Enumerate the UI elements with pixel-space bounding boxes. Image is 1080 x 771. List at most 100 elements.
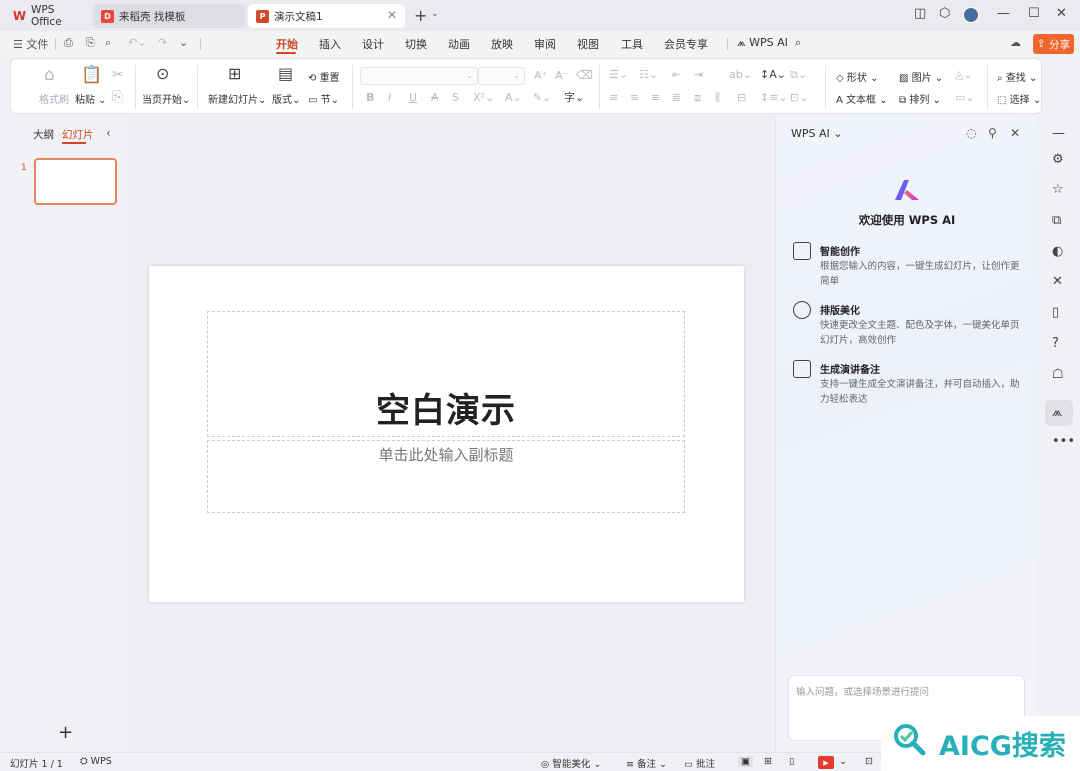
reading-view-icon[interactable]: ▯ bbox=[789, 756, 794, 767]
shirt-icon[interactable]: ☖ bbox=[1052, 367, 1064, 382]
chat-history-icon[interactable]: ◌ bbox=[966, 126, 976, 140]
text-direction-icon[interactable]: ab⌄ bbox=[729, 68, 752, 82]
menu-design[interactable]: 设计 bbox=[362, 36, 384, 52]
select-button[interactable]: ⬚ 选择 ⌄ bbox=[997, 91, 1041, 106]
sort-icon[interactable]: ↕A⌄ bbox=[760, 68, 786, 82]
arrange-button[interactable]: ⧉ 排列 ⌄ bbox=[899, 91, 941, 106]
format-painter-label[interactable]: 格式刷 bbox=[39, 91, 69, 106]
picture-button[interactable]: ▨ 图片 ⌄ bbox=[899, 69, 943, 84]
paste-button[interactable]: 粘贴 ⌄ bbox=[75, 91, 107, 106]
subtitle-placeholder[interactable]: 单击此处输入副标题 bbox=[207, 440, 685, 513]
chevron-down-icon[interactable]: ⌄ bbox=[431, 9, 439, 19]
menu-slideshow[interactable]: 放映 bbox=[491, 36, 513, 52]
textbox-button[interactable]: A 文本框 ⌄ bbox=[836, 91, 888, 106]
tab-slides[interactable]: 幻灯片 bbox=[62, 127, 94, 142]
copy-icon[interactable]: ⎘ bbox=[112, 90, 123, 104]
tab-daoke-templates[interactable]: D 来稻壳 找模板 bbox=[93, 4, 245, 28]
section-button[interactable]: ▭ 节⌄ bbox=[308, 91, 339, 106]
normal-view-icon[interactable]: ▣ bbox=[738, 756, 753, 767]
more-icon[interactable]: ••• bbox=[1052, 434, 1075, 449]
play-slideshow-button[interactable]: ▶ bbox=[818, 756, 834, 769]
slide-sorter-icon[interactable]: ⊞ bbox=[764, 756, 772, 767]
numbered-list-icon[interactable]: ☷⌄ bbox=[639, 68, 658, 82]
highlight-icon[interactable]: ✎⌄ bbox=[533, 91, 551, 105]
align-left-icon[interactable]: ≡ bbox=[609, 91, 618, 105]
align-right-icon[interactable]: ≡ bbox=[651, 91, 660, 105]
cloud-icon[interactable]: ☁ bbox=[1010, 36, 1021, 49]
decrease-indent-icon[interactable]: ⇤ bbox=[672, 68, 681, 82]
menu-insert[interactable]: 插入 bbox=[319, 36, 341, 52]
star-icon[interactable]: ☆ bbox=[1052, 182, 1064, 197]
wps-ai-menu[interactable]: ⩕ WPS AI bbox=[737, 36, 788, 50]
outline-icon[interactable]: ▭⌄ bbox=[955, 91, 975, 105]
close-window-icon[interactable]: ✕ bbox=[1056, 6, 1067, 21]
tab-outline[interactable]: 大纲 bbox=[33, 127, 54, 142]
book-icon[interactable]: ▯ bbox=[1052, 305, 1059, 320]
chevron-down-icon[interactable]: ⌄ bbox=[839, 756, 847, 767]
copy-icon[interactable]: ⧉ bbox=[1052, 213, 1061, 228]
pin-icon[interactable]: ⚲ bbox=[988, 126, 997, 140]
menu-home[interactable]: 开始 bbox=[276, 36, 298, 52]
find-button[interactable]: ⌕ 查找 ⌄ bbox=[997, 69, 1037, 84]
reset-button[interactable]: ⟲ 重置 bbox=[308, 69, 340, 84]
character-spacing-icon[interactable]: 字⌄ bbox=[564, 91, 584, 105]
strikethrough-icon[interactable]: A bbox=[431, 91, 439, 105]
decrease-font-icon[interactable]: A⁻ bbox=[555, 69, 568, 83]
palette-icon[interactable]: ◐ bbox=[1052, 244, 1063, 259]
theme-name[interactable]: ⛭ WPS bbox=[80, 756, 112, 767]
slide-thumbnail[interactable] bbox=[34, 158, 117, 205]
window-layout-icon[interactable]: ◫ bbox=[914, 6, 926, 21]
tab-document[interactable]: P 演示文稿1 ✕ bbox=[248, 4, 405, 28]
tab-wps-office[interactable]: W WPS Office bbox=[5, 4, 91, 28]
user-avatar[interactable] bbox=[963, 7, 979, 23]
clear-format-icon[interactable]: ⌫ bbox=[576, 68, 593, 82]
increase-font-icon[interactable]: A⁺ bbox=[534, 69, 547, 83]
menu-membership[interactable]: 会员专享 bbox=[664, 36, 708, 52]
font-family-select[interactable]: ⌄ bbox=[360, 67, 478, 85]
comments-button[interactable]: ▭ 批注 bbox=[684, 756, 715, 770]
new-tab-icon[interactable]: + bbox=[414, 6, 427, 25]
text-effect-icon[interactable]: ⊡⌄ bbox=[790, 91, 808, 105]
convert-icon[interactable]: ⧉⌄ bbox=[790, 68, 807, 82]
help-icon[interactable]: ? bbox=[1052, 336, 1059, 351]
columns-icon[interactable]: ⫼ bbox=[715, 91, 720, 105]
font-color-icon[interactable]: A⌄ bbox=[505, 91, 522, 105]
font-size-select[interactable]: ⌄ bbox=[478, 67, 525, 85]
maximize-icon[interactable]: ☐ bbox=[1028, 6, 1040, 21]
align-center-icon[interactable]: ≡ bbox=[630, 91, 639, 105]
title-placeholder[interactable]: 空白演示 bbox=[207, 311, 685, 437]
bold-icon[interactable]: B bbox=[366, 91, 374, 105]
print-preview-icon[interactable]: ⌕ bbox=[105, 36, 111, 50]
vertical-align-icon[interactable]: ⊟ bbox=[737, 91, 746, 105]
superscript-icon[interactable]: X²⌄ bbox=[473, 91, 494, 105]
increase-indent-icon[interactable]: ⇥ bbox=[694, 68, 703, 82]
menu-tools[interactable]: 工具 bbox=[621, 36, 643, 52]
wps-ai-icon[interactable]: ⩕ bbox=[1052, 405, 1062, 420]
minimize-icon[interactable]: — bbox=[997, 6, 1010, 21]
file-menu[interactable]: ☰ 文件 bbox=[13, 36, 48, 52]
cut-icon[interactable]: ✂ bbox=[112, 68, 124, 82]
new-slide-button[interactable]: 新建幻灯片⌄ bbox=[208, 91, 266, 106]
magic-tool-icon[interactable]: ✕ bbox=[1052, 274, 1063, 289]
menu-review[interactable]: 审阅 bbox=[534, 36, 556, 52]
distribute-icon[interactable]: ⧈ bbox=[694, 91, 701, 105]
collapse-icon[interactable]: — bbox=[1052, 126, 1065, 141]
collapse-panel-icon[interactable]: ‹ bbox=[106, 126, 111, 140]
menu-transition[interactable]: 切换 bbox=[405, 36, 427, 52]
menu-view[interactable]: 视图 bbox=[577, 36, 599, 52]
redo-icon[interactable]: ↷ bbox=[158, 36, 167, 49]
fit-icon[interactable]: ⊡ bbox=[865, 756, 873, 767]
notes-button[interactable]: ≡ 备注 ⌄ bbox=[626, 756, 667, 770]
italic-icon[interactable]: I bbox=[388, 91, 391, 105]
shape-button[interactable]: ◇ 形状 ⌄ bbox=[836, 69, 878, 84]
underline-icon[interactable]: U bbox=[409, 91, 417, 105]
close-panel-icon[interactable]: ✕ bbox=[1010, 126, 1020, 140]
close-tab-icon[interactable]: ✕ bbox=[387, 8, 397, 22]
export-icon[interactable]: ⎘ bbox=[86, 36, 95, 50]
fill-icon[interactable]: ◬⌄ bbox=[955, 68, 973, 82]
search-icon[interactable]: ⌕ bbox=[795, 36, 801, 50]
layout-button[interactable]: 版式⌄ bbox=[272, 91, 300, 106]
undo-icon[interactable]: ↶⌄ bbox=[128, 36, 146, 49]
save-icon[interactable]: ⎙ bbox=[64, 36, 73, 50]
chevron-down-icon[interactable]: ⌄ bbox=[179, 36, 188, 49]
